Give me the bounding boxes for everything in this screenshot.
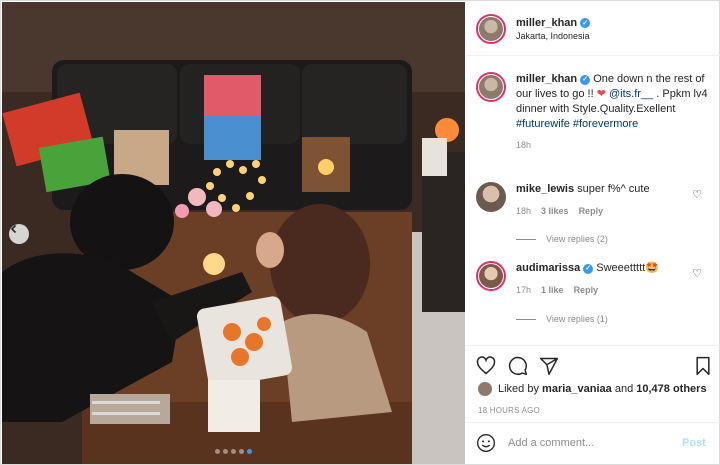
likes-and: and	[614, 383, 634, 395]
avatar[interactable]	[476, 182, 506, 212]
avatar[interactable]	[476, 261, 506, 291]
comment-item: mike_lewis super f%^ cute 18h 3 likes Re…	[476, 182, 712, 219]
comment-text: super f%^ cute	[577, 183, 650, 195]
post-location[interactable]: Jakarta, Indonesia	[516, 31, 590, 41]
emoji-smiley-icon[interactable]	[476, 433, 496, 453]
save-bookmark-icon[interactable]	[694, 356, 712, 376]
star-struck-emoji-icon: 🤩	[645, 262, 659, 274]
caption-mention-link[interactable]: @its.fr__	[609, 88, 653, 100]
avatar[interactable]	[476, 13, 506, 44]
carousel-dot	[247, 449, 252, 454]
comment-time[interactable]: 18h	[516, 204, 531, 219]
hashtag-link[interactable]: #forevermore	[573, 118, 638, 130]
post-side-panel: miller_khan ✓ Jakarta, Indonesia miller_…	[466, 2, 720, 464]
carousel-dot	[223, 449, 228, 454]
comment-likes[interactable]: 1 like	[541, 283, 564, 298]
avatar[interactable]	[478, 382, 492, 396]
carousel-dot	[239, 449, 244, 454]
caption-username[interactable]: miller_khan ✓	[516, 72, 591, 87]
comment-text: Sweeettttt	[596, 262, 646, 274]
caption-time: 18h	[516, 140, 532, 150]
photo-scene	[2, 2, 465, 464]
comment-reply-button[interactable]: Reply	[579, 204, 604, 219]
post-comment-button[interactable]: Post	[682, 437, 706, 449]
comment-likes[interactable]: 3 likes	[541, 204, 569, 219]
hashtag-link[interactable]: #futurewife	[516, 118, 570, 130]
carousel-dot	[215, 449, 220, 454]
post-dialog: miller_khan ✓ Jakarta, Indonesia miller_…	[0, 0, 720, 465]
carousel-indicator	[2, 449, 465, 454]
likes-count-link[interactable]: 10,478 others	[636, 383, 706, 395]
likes-prefix: Liked by	[498, 383, 539, 395]
avatar[interactable]	[476, 72, 506, 102]
comment-bubble-icon[interactable]	[508, 356, 528, 376]
comment-item: audimarissa ✓ Sweeettttt🤩 17h 1 like Rep…	[476, 261, 712, 298]
comment-username[interactable]: audimarissa ✓	[516, 261, 594, 276]
liked-by-user-link[interactable]: maria_vaniaa	[542, 383, 612, 395]
post-timestamp[interactable]: 18 HOURS AGO	[478, 406, 540, 415]
comment-username[interactable]: mike_lewis	[516, 182, 574, 197]
like-heart-icon[interactable]	[476, 356, 496, 376]
carousel-dot	[231, 449, 236, 454]
comment-time[interactable]: 17h	[516, 283, 531, 298]
share-paper-plane-icon[interactable]	[539, 356, 559, 376]
carousel-prev-button[interactable]	[9, 224, 29, 244]
post-header: miller_khan ✓ Jakarta, Indonesia	[466, 2, 720, 56]
post-caption: miller_khan ✓ One down n the rest of our…	[476, 72, 712, 153]
add-comment-input[interactable]	[508, 437, 678, 449]
likes-summary: Liked by maria_vaniaa and 10,478 others	[478, 382, 707, 396]
verified-badge-icon: ✓	[580, 74, 591, 85]
comment-like-heart-icon[interactable]: ♡	[692, 267, 702, 280]
comment-like-heart-icon[interactable]: ♡	[692, 188, 702, 201]
red-heart-emoji-icon: ❤	[596, 88, 606, 100]
verified-badge-icon: ✓	[580, 17, 591, 28]
view-replies-button[interactable]: View replies (2)	[516, 234, 608, 244]
view-replies-button[interactable]: View replies (1)	[516, 314, 608, 324]
post-author-username[interactable]: miller_khan ✓	[516, 17, 591, 29]
verified-badge-icon: ✓	[583, 263, 594, 274]
chevron-left-icon	[10, 224, 17, 234]
post-photo[interactable]	[2, 2, 465, 464]
comment-reply-button[interactable]: Reply	[574, 283, 599, 298]
add-comment-bar: Post	[466, 422, 720, 463]
post-action-bar	[466, 345, 720, 385]
